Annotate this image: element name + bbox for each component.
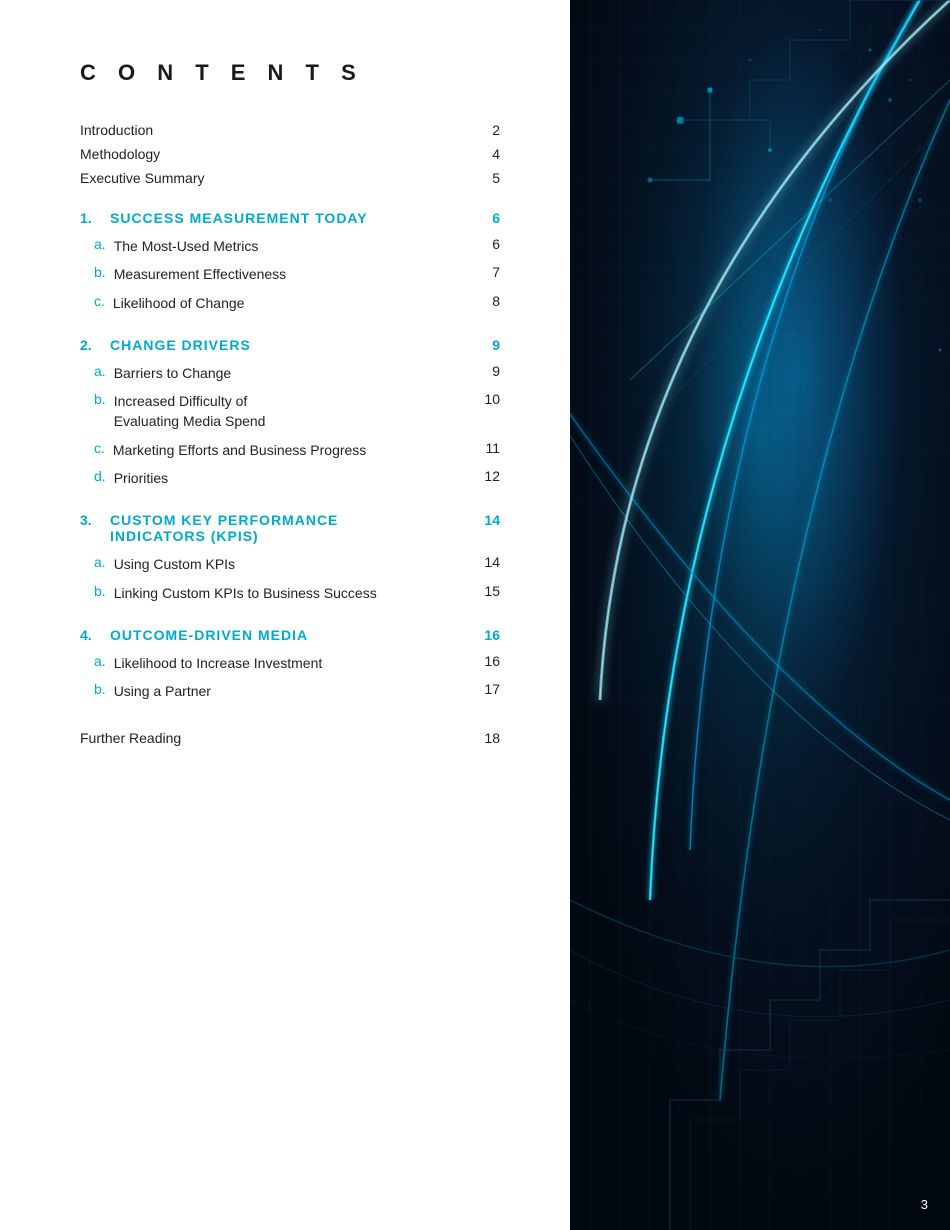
left-panel: C O N T E N T S Introduction 2 Methodolo…	[0, 0, 570, 1230]
contents-heading: C O N T E N T S	[80, 60, 500, 86]
s3-letter-b: b.	[80, 583, 106, 599]
right-panel: 3	[570, 0, 950, 1230]
s1-page-c: 8	[470, 293, 500, 309]
s4-label-a: Likelihood to Increase Investment	[114, 653, 470, 673]
s4-sub-a: a. Likelihood to Increase Investment 16	[80, 653, 500, 673]
intro-page: 2	[470, 122, 500, 138]
section-4-num: 4.	[80, 627, 102, 643]
s4-sub-b: b. Using a Partner 17	[80, 681, 500, 701]
intro-label: Introduction	[80, 122, 470, 138]
section-3-page: 14	[470, 512, 500, 528]
section-4-page: 16	[470, 627, 500, 643]
s1-sub-a: a. The Most-Used Metrics 6	[80, 236, 500, 256]
s4-page-b: 17	[470, 681, 500, 697]
page-number: 3	[921, 1197, 928, 1212]
section-4-title: OUTCOME-DRIVEN MEDIA	[110, 627, 470, 643]
s2-label-a: Barriers to Change	[114, 363, 470, 383]
plain-entries: Introduction 2 Methodology 4 Executive S…	[80, 122, 500, 186]
s4-page-a: 16	[470, 653, 500, 669]
s3-label-a: Using Custom KPIs	[114, 554, 470, 574]
s1-sub-c: c. Likelihood of Change 8	[80, 293, 500, 313]
s2-sub-b: b. Increased Difficulty ofEvaluating Med…	[80, 391, 500, 432]
s2-sub-a: a. Barriers to Change 9	[80, 363, 500, 383]
s1-sub-b: b. Measurement Effectiveness 7	[80, 264, 500, 284]
s1-label-a: The Most-Used Metrics	[114, 236, 470, 256]
section-2-header: 2. CHANGE DRIVERS 9	[80, 337, 500, 353]
s2-label-c: Marketing Efforts and Business Progress	[113, 440, 470, 460]
section-3-title: CUSTOM KEY PERFORMANCEINDICATORS (KPIS)	[110, 512, 470, 544]
section-1-page: 6	[470, 210, 500, 226]
section-3-header: 3. CUSTOM KEY PERFORMANCEINDICATORS (KPI…	[80, 512, 500, 544]
methodology-label: Methodology	[80, 146, 470, 162]
exec-summary-label: Executive Summary	[80, 170, 470, 186]
s3-page-a: 14	[470, 554, 500, 570]
section-4-header: 4. OUTCOME-DRIVEN MEDIA 16	[80, 627, 500, 643]
s2-label-d: Priorities	[114, 468, 470, 488]
methodology-page: 4	[470, 146, 500, 162]
section-1-title: SUCCESS MEASUREMENT TODAY	[110, 210, 470, 226]
s1-label-c: Likelihood of Change	[113, 293, 470, 313]
further-reading-label: Further Reading	[80, 730, 470, 746]
s1-label-b: Measurement Effectiveness	[114, 264, 470, 284]
further-reading-entry: Further Reading 18	[80, 730, 500, 746]
s2-letter-b: b.	[80, 391, 106, 407]
s1-page-b: 7	[470, 264, 500, 280]
s2-page-c: 11	[470, 440, 500, 456]
exec-summary-entry: Executive Summary 5	[80, 170, 500, 186]
intro-entry: Introduction 2	[80, 122, 500, 138]
s3-sub-b: b. Linking Custom KPIs to Business Succe…	[80, 583, 500, 603]
s1-page-a: 6	[470, 236, 500, 252]
methodology-entry: Methodology 4	[80, 146, 500, 162]
section-3-num: 3.	[80, 512, 102, 528]
s1-letter-b: b.	[80, 264, 106, 280]
s4-label-b: Using a Partner	[114, 681, 470, 701]
s2-label-b: Increased Difficulty ofEvaluating Media …	[114, 391, 470, 432]
s2-page-a: 9	[470, 363, 500, 379]
exec-summary-page: 5	[470, 170, 500, 186]
section-2-num: 2.	[80, 337, 102, 353]
s2-page-d: 12	[470, 468, 500, 484]
section-1-header: 1. SUCCESS MEASUREMENT TODAY 6	[80, 210, 500, 226]
s2-letter-c: c.	[80, 440, 105, 456]
s2-page-b: 10	[470, 391, 500, 407]
section-2-title: CHANGE DRIVERS	[110, 337, 470, 353]
s3-page-b: 15	[470, 583, 500, 599]
s3-sub-a: a. Using Custom KPIs 14	[80, 554, 500, 574]
section-2-page: 9	[470, 337, 500, 353]
s2-letter-a: a.	[80, 363, 106, 379]
s3-letter-a: a.	[80, 554, 106, 570]
s1-letter-a: a.	[80, 236, 106, 252]
s1-letter-c: c.	[80, 293, 105, 309]
further-reading-page: 18	[470, 730, 500, 746]
s4-letter-a: a.	[80, 653, 106, 669]
section-1-num: 1.	[80, 210, 102, 226]
s2-sub-c: c. Marketing Efforts and Business Progre…	[80, 440, 500, 460]
s2-letter-d: d.	[80, 468, 106, 484]
s3-label-b: Linking Custom KPIs to Business Success	[114, 583, 470, 603]
s2-sub-d: d. Priorities 12	[80, 468, 500, 488]
s4-letter-b: b.	[80, 681, 106, 697]
